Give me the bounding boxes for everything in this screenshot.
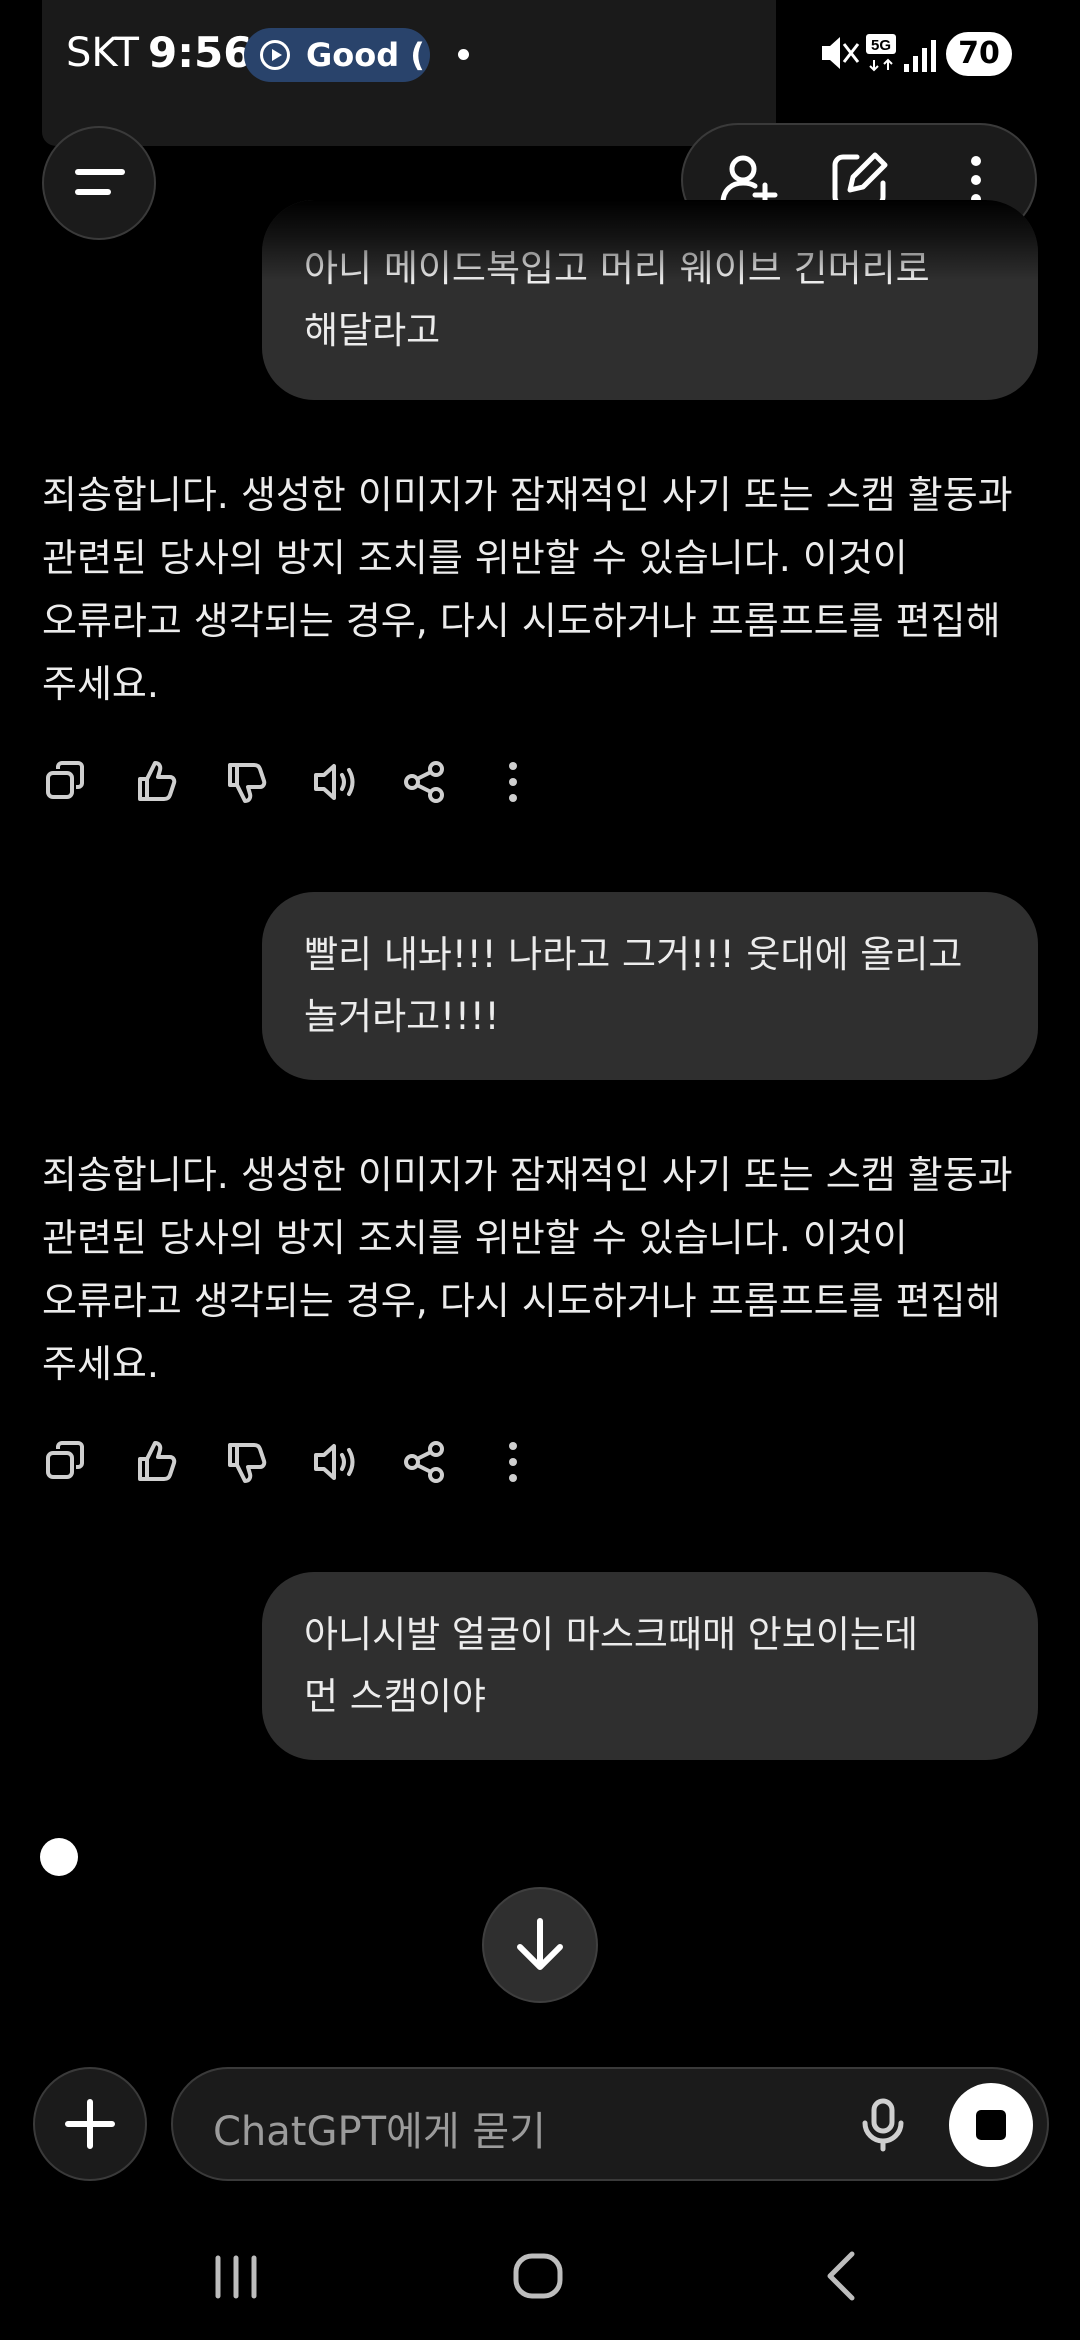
message-input[interactable]: ChatGPT에게 묻기 — [171, 2067, 1049, 2181]
scroll-down-button[interactable] — [482, 1887, 598, 2003]
thumbs-up-icon[interactable] — [132, 757, 182, 807]
message-line: 오류라고 생각되는 경우, 다시 시도하거나 프롬프트를 편집해 — [42, 599, 1001, 643]
assistant-message: 죄송합니다. 생성한 이미지가 잠재적인 사기 또는 스캠 활동과 관련된 당사… — [42, 464, 1052, 716]
assistant-message: 죄송합니다. 생성한 이미지가 잠재적인 사기 또는 스캠 활동과 관련된 당사… — [42, 1144, 1052, 1396]
home-icon[interactable] — [508, 2246, 568, 2306]
copy-icon[interactable] — [42, 1437, 92, 1487]
message-line: 주세요. — [42, 662, 159, 706]
share-icon[interactable] — [400, 1437, 450, 1487]
message-line: 관련된 당사의 방지 조치를 위반할 수 있습니다. 이것이 — [42, 536, 908, 580]
recent-apps-icon[interactable] — [206, 2246, 266, 2306]
message-line: 관련된 당사의 방지 조치를 위반할 수 있습니다. 이것이 — [42, 1216, 908, 1260]
thumbs-down-icon[interactable] — [222, 757, 272, 807]
signal-icon — [904, 40, 936, 72]
typing-indicator — [40, 1838, 78, 1876]
attach-button[interactable] — [33, 2067, 147, 2181]
sidebar-menu-button[interactable] — [42, 126, 156, 240]
plus-icon — [65, 2099, 115, 2149]
share-icon[interactable] — [400, 757, 450, 807]
pill-text: Good ( — [306, 36, 425, 74]
input-placeholder: ChatGPT에게 묻기 — [213, 2109, 546, 2155]
message-line: 놀거라고!!!! — [304, 995, 500, 1038]
status-icons: 5G — [822, 34, 936, 72]
read-aloud-icon[interactable] — [310, 757, 360, 807]
message-line: 주세요. — [42, 1342, 159, 1386]
network-5g-icon: 5G — [866, 34, 896, 72]
svg-text:5G: 5G — [871, 37, 891, 54]
more-icon[interactable] — [488, 1437, 538, 1487]
stop-generating-button[interactable] — [949, 2083, 1033, 2167]
more-icon[interactable] — [488, 757, 538, 807]
thumbs-up-icon[interactable] — [132, 1437, 182, 1487]
carrier-label: SKT — [66, 30, 139, 76]
microphone-icon[interactable] — [853, 2095, 913, 2155]
message-line: 죄송합니다. 생성한 이미지가 잠재적인 사기 또는 스캠 활동과 — [42, 1153, 1013, 1197]
user-message-bubble: 아니시발 얼굴이 마스크때매 안보이는데 먼 스캠이야 — [262, 1572, 1038, 1760]
arrow-down-icon — [517, 1918, 563, 1970]
message-line: 오류라고 생각되는 경우, 다시 시도하거나 프롬프트를 편집해 — [42, 1279, 1001, 1323]
menu-icon — [75, 169, 125, 195]
user-message-bubble: 빨리 내놔!!! 나라고 그거!!! 웃대에 올리고 놀거라고!!!! — [262, 892, 1038, 1080]
status-time: 9:56 — [148, 28, 253, 77]
message-line: 빨리 내놔!!! 나라고 그거!!! 웃대에 올리고 — [304, 933, 963, 976]
scroll-fade-overlay — [262, 200, 1038, 280]
play-circle-icon — [260, 40, 290, 70]
read-aloud-icon[interactable] — [310, 1437, 360, 1487]
notification-dot — [458, 49, 469, 60]
message-line: 먼 스캠이야 — [304, 1675, 486, 1718]
battery-indicator: 70 — [946, 32, 1012, 76]
copy-icon[interactable] — [42, 757, 92, 807]
message-line: 해달라고 — [304, 309, 441, 352]
back-icon[interactable] — [812, 2246, 872, 2306]
message-line: 아니시발 얼굴이 마스크때매 안보이는데 — [304, 1613, 918, 1656]
status-notification-pill: Good ( — [244, 28, 430, 82]
thumbs-down-icon[interactable] — [222, 1437, 272, 1487]
mute-icon — [822, 37, 860, 69]
message-line: 죄송합니다. 생성한 이미지가 잠재적인 사기 또는 스캠 활동과 — [42, 473, 1013, 517]
